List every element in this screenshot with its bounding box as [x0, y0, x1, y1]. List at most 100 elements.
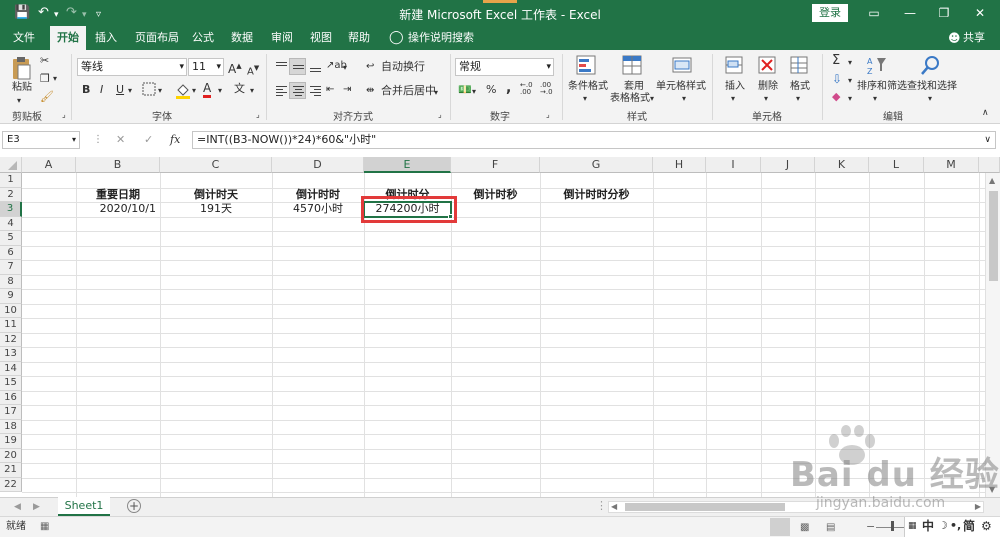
- column-header-J[interactable]: J: [761, 157, 815, 173]
- macro-record-icon[interactable]: ▦: [40, 520, 49, 534]
- cell-styles-dropdown-icon[interactable]: ▾: [682, 93, 686, 105]
- cut-icon[interactable]: ✂: [40, 54, 49, 68]
- italic-button[interactable]: I: [100, 83, 103, 97]
- tab-data[interactable]: 数据: [231, 26, 253, 50]
- increase-indent-icon[interactable]: ⇥: [343, 83, 351, 97]
- decrease-font-button[interactable]: A▼: [247, 61, 259, 79]
- row-header-3[interactable]: 3: [0, 202, 22, 217]
- copy-icon[interactable]: ❐: [40, 72, 50, 86]
- delete-cells-icon[interactable]: [757, 55, 779, 77]
- row-header-9[interactable]: 9: [0, 289, 22, 304]
- decrease-indent-icon[interactable]: ⇤: [326, 83, 334, 97]
- insert-dropdown-icon[interactable]: ▾: [731, 93, 735, 105]
- row-header-5[interactable]: 5: [0, 231, 22, 246]
- row-header-13[interactable]: 13: [0, 347, 22, 362]
- wrap-text-button[interactable]: 自动换行: [381, 60, 425, 74]
- underline-dropdown-icon[interactable]: ▾: [128, 84, 132, 98]
- name-box[interactable]: E3 ▾: [2, 131, 80, 149]
- normal-view-icon[interactable]: [770, 518, 790, 536]
- tab-insert[interactable]: 插入: [95, 26, 117, 50]
- close-icon[interactable]: ✕: [970, 4, 990, 22]
- bold-button[interactable]: B: [82, 83, 90, 97]
- row-header-17[interactable]: 17: [0, 405, 22, 420]
- fill-color-dropdown-icon[interactable]: ▾: [192, 84, 196, 98]
- row-header-21[interactable]: 21: [0, 463, 22, 478]
- row-header-22[interactable]: 22: [0, 477, 22, 492]
- add-sheet-button[interactable]: +: [127, 499, 141, 513]
- tab-page-layout[interactable]: 页面布局: [135, 26, 179, 50]
- prev-sheet-icon[interactable]: ◀: [14, 500, 21, 514]
- sort-filter-icon[interactable]: AZ: [866, 55, 888, 77]
- column-header-K[interactable]: K: [815, 157, 869, 173]
- row-header-16[interactable]: 16: [0, 390, 22, 405]
- cell-B2[interactable]: 重要日期: [76, 188, 160, 202]
- ribbon-display-options-icon[interactable]: ▭: [864, 4, 884, 22]
- sort-filter-button[interactable]: 排序和筛选: [857, 81, 907, 93]
- sort-filter-dropdown-icon[interactable]: ▾: [873, 93, 877, 105]
- font-size-combo[interactable]: 11 ▾: [188, 58, 224, 76]
- autosum-button[interactable]: Σ: [832, 54, 840, 68]
- cell-D3[interactable]: 4570小时: [272, 202, 364, 216]
- column-header-C[interactable]: C: [160, 157, 272, 173]
- formula-input[interactable]: =INT((B3-NOW())*24)*60&"小时" ∨: [192, 131, 996, 149]
- format-as-table-dropdown-icon[interactable]: ▾: [650, 93, 654, 105]
- conditional-formatting-button[interactable]: 条件格式: [568, 81, 608, 93]
- enter-entry-icon[interactable]: ✓: [144, 133, 153, 147]
- number-format-combo[interactable]: 常规 ▾: [455, 58, 554, 76]
- format-cells-button[interactable]: 格式: [790, 81, 810, 93]
- format-as-table-icon[interactable]: [622, 55, 644, 77]
- merge-center-icon[interactable]: ⇹: [366, 84, 374, 98]
- column-header-I[interactable]: I: [706, 157, 761, 173]
- tell-me-search[interactable]: 操作说明搜索: [408, 26, 474, 50]
- paste-icon[interactable]: [10, 56, 32, 82]
- fill-dropdown-icon[interactable]: ▾: [848, 74, 852, 88]
- borders-icon[interactable]: [142, 82, 156, 100]
- row-header-4[interactable]: 4: [0, 216, 22, 231]
- column-header-F[interactable]: F: [451, 157, 540, 173]
- tab-formulas[interactable]: 公式: [192, 26, 214, 50]
- format-cells-icon[interactable]: [789, 55, 811, 77]
- number-launcher-icon[interactable]: ⌟: [546, 108, 550, 122]
- delete-dropdown-icon[interactable]: ▾: [764, 93, 768, 105]
- format-painter-icon[interactable]: 🖌: [40, 90, 54, 104]
- font-launcher-icon[interactable]: ⌟: [256, 108, 260, 122]
- cell-B3[interactable]: 2020/10/1: [76, 202, 160, 216]
- tab-split-handle[interactable]: ⋮: [596, 499, 607, 513]
- tab-file[interactable]: 文件: [13, 26, 35, 50]
- copy-dropdown-icon[interactable]: ▾: [53, 72, 57, 86]
- row-header-15[interactable]: 15: [0, 376, 22, 391]
- accounting-dropdown-icon[interactable]: ▾: [472, 85, 476, 99]
- row-header-12[interactable]: 12: [0, 332, 22, 347]
- row-header-14[interactable]: 14: [0, 361, 22, 376]
- insert-cells-button[interactable]: 插入: [725, 81, 745, 93]
- cell-F2[interactable]: 倒计时秒: [451, 188, 540, 202]
- format-as-table-label-1[interactable]: 套用: [624, 81, 644, 93]
- row-header-2[interactable]: 2: [0, 187, 22, 202]
- row-header-10[interactable]: 10: [0, 303, 22, 318]
- delete-cells-button[interactable]: 删除: [758, 81, 778, 93]
- vertical-scroll-thumb[interactable]: [989, 191, 998, 281]
- increase-decimal-button[interactable]: ←.0 .00: [520, 82, 540, 96]
- phonetic-button[interactable]: 文: [234, 82, 245, 96]
- column-header-H[interactable]: H: [653, 157, 706, 173]
- cell-C2[interactable]: 倒计时天: [160, 188, 272, 202]
- login-button[interactable]: 登录: [812, 4, 848, 22]
- conditional-formatting-icon[interactable]: [576, 55, 598, 77]
- cell-styles-icon[interactable]: [672, 55, 694, 77]
- column-header-G[interactable]: G: [540, 157, 653, 173]
- font-name-combo[interactable]: 等线 ▾: [77, 58, 187, 76]
- underline-button[interactable]: U: [116, 83, 124, 97]
- horizontal-scroll-thumb[interactable]: [625, 503, 785, 511]
- row-header-7[interactable]: 7: [0, 260, 22, 275]
- clear-dropdown-icon[interactable]: ▾: [848, 92, 852, 106]
- align-bottom-icon[interactable]: [306, 58, 323, 75]
- clear-icon[interactable]: ◆: [832, 90, 840, 104]
- fill-color-icon[interactable]: [175, 81, 191, 103]
- sheet-tab-sheet1[interactable]: Sheet1: [58, 497, 110, 516]
- row-header-20[interactable]: 20: [0, 448, 22, 463]
- select-all-corner[interactable]: [0, 157, 22, 173]
- row-header-19[interactable]: 19: [0, 434, 22, 449]
- tab-home[interactable]: 开始: [50, 26, 86, 50]
- tab-review[interactable]: 审阅: [271, 26, 293, 50]
- minimize-icon[interactable]: —: [900, 4, 920, 22]
